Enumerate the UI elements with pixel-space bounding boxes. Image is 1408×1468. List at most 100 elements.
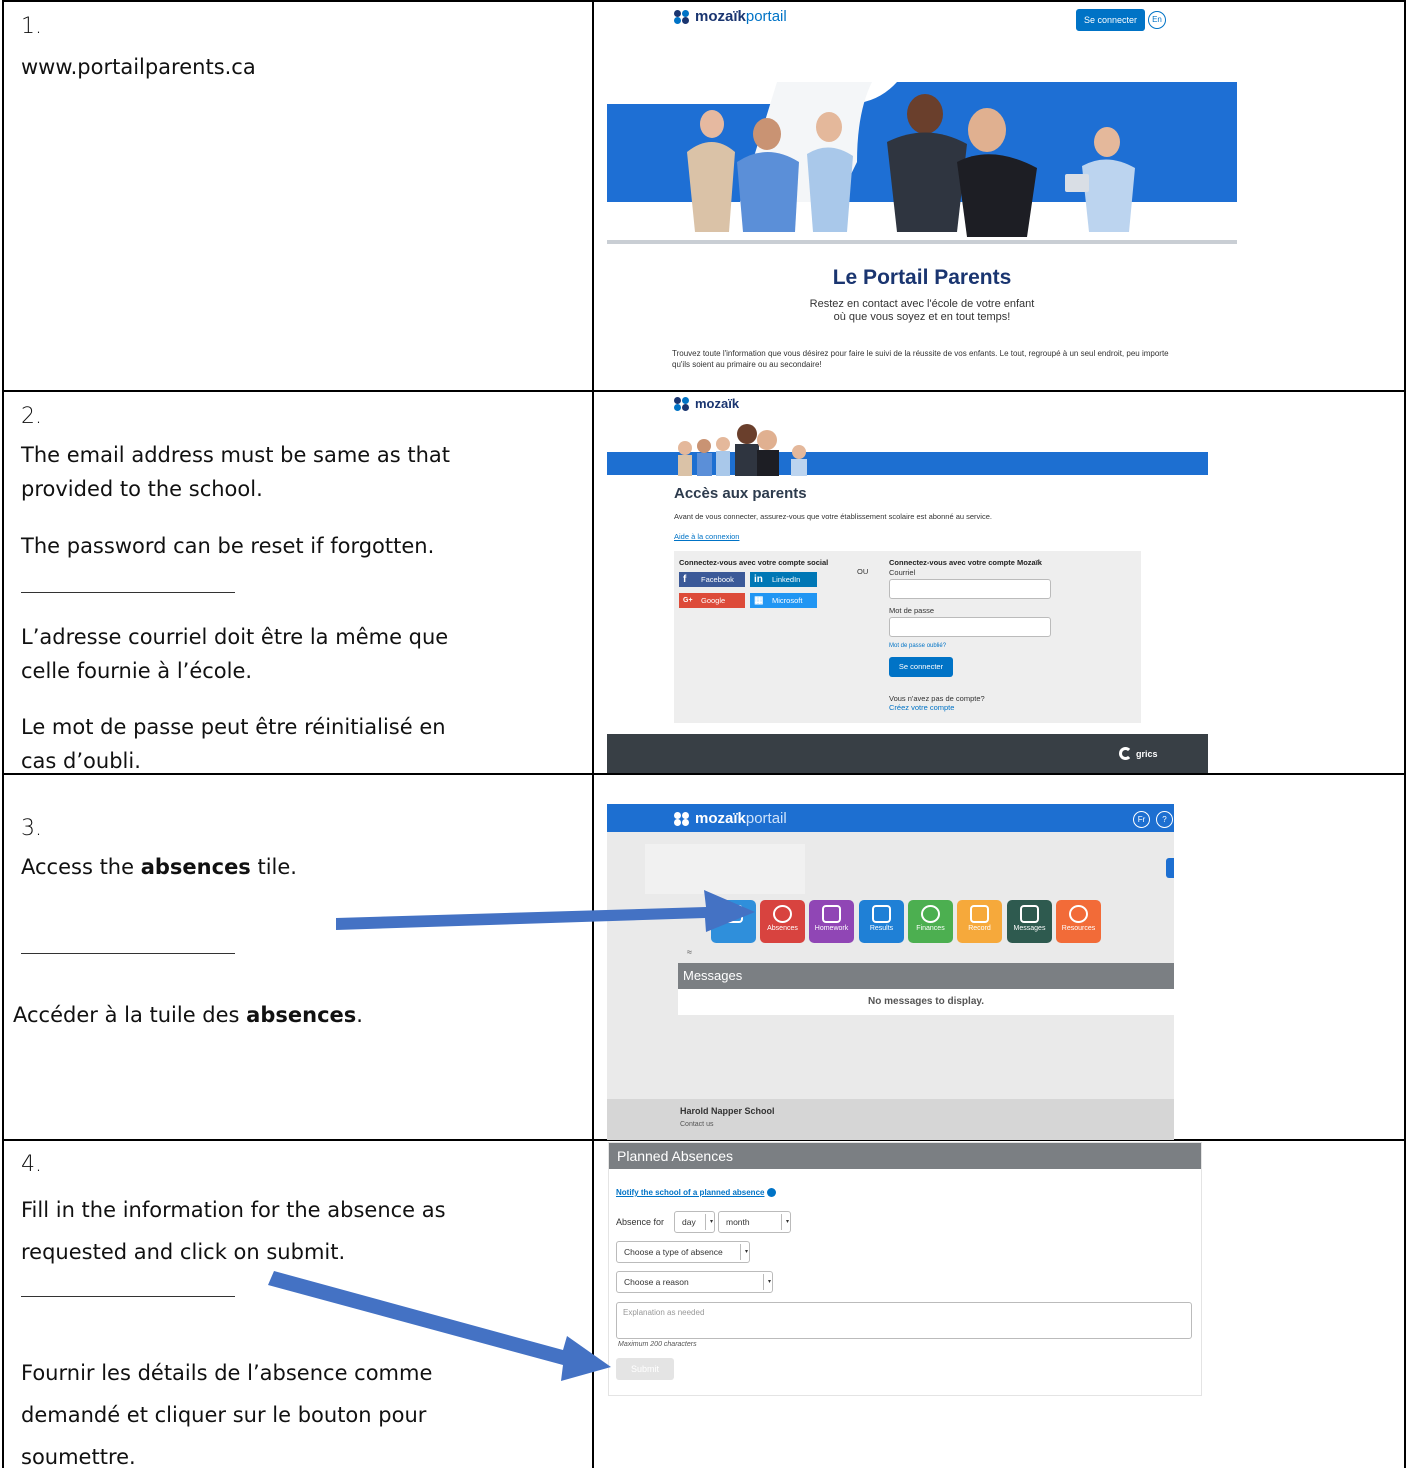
- no-account-label: Vous n'avez pas de compte?: [889, 694, 985, 703]
- record-icon: [970, 905, 989, 923]
- notify-absence-label: Notify the school of a planned absence: [616, 1188, 765, 1197]
- month-select[interactable]: month ▾: [718, 1211, 791, 1233]
- homework-icon: [822, 905, 841, 923]
- page-subtitle: Restez en contact avec l'école de votre …: [607, 298, 1237, 324]
- tile-finances[interactable]: Finances: [908, 900, 953, 943]
- grics-logo[interactable]: grics: [1119, 747, 1158, 760]
- step-1-number: 1.: [21, 14, 42, 39]
- step-4-number: 4.: [21, 1152, 42, 1177]
- hero-bottom-line: [607, 240, 1237, 244]
- submit-button[interactable]: Submit: [616, 1358, 674, 1380]
- or-separator: OU: [857, 567, 869, 576]
- school-footer: Harold Napper School Contact us: [607, 1099, 1174, 1140]
- tile-resources[interactable]: Resources: [1056, 900, 1101, 943]
- notify-absence-link[interactable]: Notify the school of a planned absence: [616, 1188, 777, 1198]
- login-help-link[interactable]: Aide à la connexion: [674, 532, 739, 541]
- messages-header: Messages: [678, 963, 1174, 989]
- tile-calendar[interactable]: [711, 900, 756, 943]
- google-login-button[interactable]: G+ Google: [679, 593, 745, 608]
- portail-home-screenshot: mozaïk portail Se connecter En Le Portail…: [607, 2, 1237, 390]
- language-toggle[interactable]: Fr: [1133, 811, 1150, 828]
- create-account-link[interactable]: Créez votre compte: [889, 703, 985, 712]
- tile-record[interactable]: Record: [957, 900, 1002, 943]
- explanation-textarea[interactable]: Explanation as needed: [616, 1302, 1192, 1339]
- absence-for-label: Absence for: [616, 1217, 665, 1227]
- results-icon: [872, 905, 891, 923]
- step-3-en: Access the absences tile.: [21, 855, 297, 879]
- step-3-number: 3.: [21, 816, 42, 841]
- intro-text: Avant de vous connecter, assurez-vous qu…: [674, 512, 992, 521]
- parent-login-screenshot: mozaïk Accès aux parents Avant de vous c…: [607, 392, 1208, 773]
- microsoft-login-button[interactable]: ▦ Microsoft: [750, 593, 817, 608]
- tile-label: Finances: [916, 925, 945, 932]
- contact-us-link[interactable]: Contact us: [680, 1121, 713, 1128]
- step-2-fr-line-3: Le mot de passe peut être réinitialisé e…: [21, 715, 446, 739]
- logo-bold-text: mozaïk: [695, 810, 746, 827]
- login-button[interactable]: Se connecter: [1076, 9, 1146, 31]
- absence-type-select[interactable]: Choose a type of absence ▾: [616, 1241, 750, 1263]
- no-messages-text: No messages to display.: [678, 989, 1174, 1015]
- intro-paragraph: Trouvez toute l'information que vous dés…: [672, 349, 1169, 369]
- facebook-icon: f: [683, 574, 687, 585]
- collapse-icon[interactable]: ≈: [687, 947, 692, 957]
- logo-light-text: portail: [745, 810, 787, 827]
- tile-results[interactable]: Results: [859, 900, 904, 943]
- subtitle-line-2: où que vous soyez et en tout temps!: [833, 311, 1011, 323]
- linkedin-login-button[interactable]: in LinkedIn: [750, 572, 817, 587]
- password-label: Mot de passe: [889, 606, 935, 615]
- microsoft-icon: ▦: [754, 595, 764, 606]
- finances-icon: [921, 905, 940, 923]
- google-icon: G+: [683, 597, 693, 604]
- email-label: Courriel: [889, 568, 916, 577]
- mozaik-logo-icon: [674, 396, 690, 411]
- linkedin-label: LinkedIn: [772, 575, 801, 584]
- person-body: [1082, 159, 1135, 232]
- dashboard-screenshot: mozaïk portail Fr ? Absences Homework Res…: [607, 804, 1174, 1140]
- logo-light-text: portail: [745, 8, 787, 25]
- language-toggle[interactable]: En: [1148, 11, 1166, 29]
- separator-line: [21, 592, 235, 593]
- help-icon[interactable]: ?: [1156, 811, 1173, 828]
- person-head: [1094, 127, 1120, 157]
- planned-absence-form-screenshot: Planned Absences Notify the school of a …: [608, 1142, 1202, 1396]
- step-2-en-line-3: The password can be reset if forgotten.: [21, 534, 435, 558]
- page-footer: grics: [607, 734, 1208, 773]
- mozaik-logo[interactable]: mozaïk portail: [674, 810, 787, 827]
- mozaik-logo[interactable]: mozaïk: [674, 396, 739, 411]
- tablet-device: [1065, 174, 1089, 192]
- email-field[interactable]: [889, 579, 1051, 599]
- step-4-en-line-2: requested and click on submit.: [21, 1240, 346, 1264]
- step-2-en-line-1: The email address must be same as that: [21, 443, 451, 467]
- facebook-login-button[interactable]: f Facebook: [679, 572, 745, 587]
- tile-absences[interactable]: Absences: [760, 900, 805, 943]
- side-tab[interactable]: [1166, 858, 1174, 878]
- person-body: [957, 154, 1037, 237]
- reason-select[interactable]: Choose a reason ▾: [616, 1271, 773, 1293]
- google-label: Google: [701, 596, 726, 605]
- tile-label: Results: [869, 925, 894, 932]
- forgot-password-link[interactable]: Mot de passe oublié?: [889, 643, 946, 649]
- login-button[interactable]: Se connecter: [889, 657, 953, 677]
- step-2-fr-line-1: L’adresse courriel doit être la même que: [21, 625, 449, 649]
- tile-label: Messages: [1013, 925, 1046, 932]
- school-name: Harold Napper School: [680, 1106, 775, 1116]
- chevron-up-icon: [767, 1188, 777, 1198]
- chevron-down-icon: ▾: [785, 1219, 789, 1225]
- tile-messages[interactable]: Messages: [1007, 900, 1052, 943]
- step-1-url[interactable]: www.portailparents.ca: [21, 50, 501, 84]
- login-panel: Connectez-vous avec votre compte social …: [674, 551, 1141, 723]
- tile-label: Resources: [1061, 925, 1096, 932]
- mozaik-logo-icon: [674, 9, 690, 24]
- person-head: [816, 112, 842, 142]
- facebook-label: Facebook: [701, 575, 734, 584]
- mozaik-logo[interactable]: mozaïk portail: [674, 8, 787, 25]
- tile-label: Record: [968, 925, 991, 932]
- student-selector[interactable]: [645, 844, 805, 894]
- day-select[interactable]: day ▾: [674, 1211, 715, 1233]
- grics-label: grics: [1136, 748, 1158, 759]
- calendar-icon: [724, 905, 743, 923]
- tile-homework[interactable]: Homework: [809, 900, 854, 943]
- password-field[interactable]: [889, 617, 1051, 637]
- table-border-left: [2, 0, 4, 1468]
- person-head: [700, 110, 724, 138]
